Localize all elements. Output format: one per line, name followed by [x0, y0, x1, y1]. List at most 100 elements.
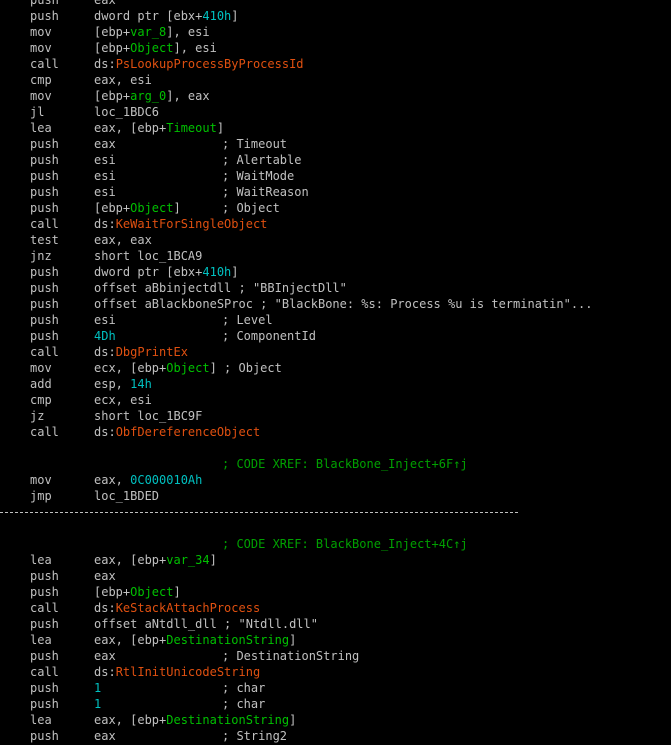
instruction-line[interactable]: push eax	[0, 0, 671, 8]
mnemonic[interactable]: push	[30, 728, 59, 744]
imported-function-name[interactable]: PsLookupProcessByProcessId	[116, 57, 304, 71]
instruction-line[interactable]: push offset aNtdll_dll ; "Ntdll.dll"	[0, 616, 671, 632]
operands[interactable]: esi	[94, 168, 116, 184]
mnemonic[interactable]: jmp	[30, 488, 52, 504]
instruction-line[interactable]: push dword ptr [ebx+410h]	[0, 264, 671, 280]
operands[interactable]: ecx, esi	[94, 392, 152, 408]
operands[interactable]: eax, [ebp+DestinationString]	[94, 632, 296, 648]
mnemonic[interactable]: push	[30, 648, 59, 664]
operands[interactable]: [ebp+Object], esi	[94, 40, 217, 56]
operands[interactable]: ds:ObfDereferenceObject	[94, 424, 260, 440]
operands[interactable]: short loc_1BC9F	[94, 408, 202, 424]
stack-variable-name[interactable]: var_34	[166, 553, 209, 567]
instruction-line[interactable]: push 1 ; char	[0, 696, 671, 712]
mnemonic[interactable]: push	[30, 136, 59, 152]
mnemonic[interactable]: push	[30, 0, 59, 8]
mnemonic[interactable]: push	[30, 152, 59, 168]
operands[interactable]: esi	[94, 184, 116, 200]
instruction-line[interactable]: jz short loc_1BC9F	[0, 408, 671, 424]
imported-function-name[interactable]: DbgPrintEx	[116, 345, 188, 359]
mnemonic[interactable]: push	[30, 200, 59, 216]
stack-variable-name[interactable]: var_8	[130, 25, 166, 39]
stack-variable-name[interactable]: Object	[130, 201, 173, 215]
instruction-line[interactable]: call ds:RtlInitUnicodeString	[0, 664, 671, 680]
mnemonic[interactable]: call	[30, 664, 59, 680]
mnemonic[interactable]: call	[30, 56, 59, 72]
operands[interactable]: 1	[94, 696, 101, 712]
instruction-line[interactable]: push 4Dh ; ComponentId	[0, 328, 671, 344]
operands[interactable]: eax	[94, 648, 116, 664]
operands[interactable]: ds:KeWaitForSingleObject	[94, 216, 267, 232]
instruction-line[interactable]: mov [ebp+arg_0], eax	[0, 88, 671, 104]
xref-line[interactable]: ; CODE XREF: BlackBone_Inject+6F↑j	[0, 456, 671, 472]
operands[interactable]: offset aBbinjectdll ; "BBInjectDll"	[94, 280, 347, 296]
mnemonic[interactable]: lea	[30, 120, 52, 136]
instruction-line[interactable]: push esi ; WaitMode	[0, 168, 671, 184]
instruction-line[interactable]: lea eax, [ebp+DestinationString]	[0, 632, 671, 648]
instruction-line[interactable]: call ds:KeWaitForSingleObject	[0, 216, 671, 232]
mnemonic[interactable]: lea	[30, 632, 52, 648]
instruction-line[interactable]: call ds:DbgPrintEx	[0, 344, 671, 360]
operands[interactable]: esp, 14h	[94, 376, 152, 392]
instruction-line[interactable]: call ds:KeStackAttachProcess	[0, 600, 671, 616]
mnemonic[interactable]: push	[30, 616, 59, 632]
mnemonic[interactable]: lea	[30, 552, 52, 568]
stack-variable-name[interactable]: DestinationString	[166, 713, 289, 727]
mnemonic[interactable]: push	[30, 312, 59, 328]
instruction-line[interactable]: mov [ebp+Object], esi	[0, 40, 671, 56]
mnemonic[interactable]: call	[30, 216, 59, 232]
operands[interactable]: ds:DbgPrintEx	[94, 344, 188, 360]
instruction-line[interactable]: call ds:ObfDereferenceObject	[0, 424, 671, 440]
instruction-line[interactable]: mov ecx, [ebp+Object] ; Object	[0, 360, 671, 376]
operands[interactable]: eax	[94, 0, 116, 8]
mnemonic[interactable]: push	[30, 280, 59, 296]
mnemonic[interactable]: push	[30, 696, 59, 712]
mnemonic[interactable]: push	[30, 184, 59, 200]
mnemonic[interactable]: push	[30, 8, 59, 24]
mnemonic[interactable]: mov	[30, 472, 52, 488]
mnemonic[interactable]: push	[30, 296, 59, 312]
operands[interactable]: esi	[94, 312, 116, 328]
operands[interactable]: [ebp+arg_0], eax	[94, 88, 210, 104]
operands[interactable]: 4Dh	[94, 328, 116, 344]
mnemonic[interactable]: call	[30, 344, 59, 360]
instruction-line[interactable]: push 1 ; char	[0, 680, 671, 696]
imported-function-name[interactable]: RtlInitUnicodeString	[116, 665, 261, 679]
operands[interactable]: eax, 0C000010Ah	[94, 472, 202, 488]
instruction-line[interactable]: mov [ebp+var_8], esi	[0, 24, 671, 40]
instruction-line[interactable]: push eax ; Timeout	[0, 136, 671, 152]
mnemonic[interactable]: push	[30, 168, 59, 184]
mnemonic[interactable]: push	[30, 568, 59, 584]
instruction-line[interactable]: push offset aBbinjectdll ; "BBInjectDll"	[0, 280, 671, 296]
instruction-line[interactable]: push eax	[0, 568, 671, 584]
instruction-line[interactable]: push esi ; Level	[0, 312, 671, 328]
operands[interactable]: eax, [ebp+var_34]	[94, 552, 217, 568]
instruction-line[interactable]: call ds:PsLookupProcessByProcessId	[0, 56, 671, 72]
mnemonic[interactable]: call	[30, 600, 59, 616]
mnemonic[interactable]: mov	[30, 40, 52, 56]
mnemonic[interactable]: lea	[30, 712, 52, 728]
xref-line[interactable]: ; CODE XREF: BlackBone_Inject+4C↑j	[0, 536, 671, 552]
instruction-line[interactable]: push dword ptr [ebx+410h]	[0, 8, 671, 24]
mnemonic[interactable]: push	[30, 584, 59, 600]
stack-variable-name[interactable]: DestinationString	[166, 633, 289, 647]
mnemonic[interactable]: add	[30, 376, 52, 392]
instruction-line[interactable]: jnz short loc_1BCA9	[0, 248, 671, 264]
operands[interactable]: dword ptr [ebx+410h]	[94, 264, 239, 280]
mnemonic[interactable]: mov	[30, 24, 52, 40]
mnemonic[interactable]: mov	[30, 360, 52, 376]
operands[interactable]: eax, [ebp+DestinationString]	[94, 712, 296, 728]
operands[interactable]: [ebp+var_8], esi	[94, 24, 210, 40]
instruction-line[interactable]: cmp eax, esi	[0, 72, 671, 88]
code-xref-comment[interactable]: ; CODE XREF: BlackBone_Inject+6F↑j	[222, 456, 468, 472]
mnemonic[interactable]: test	[30, 232, 59, 248]
operands[interactable]: esi	[94, 152, 116, 168]
instruction-line[interactable]: lea eax, [ebp+var_34]	[0, 552, 671, 568]
operands[interactable]: ds:RtlInitUnicodeString	[94, 664, 260, 680]
operands[interactable]: offset aNtdll_dll ; "Ntdll.dll"	[94, 616, 318, 632]
operands[interactable]: eax, esi	[94, 72, 152, 88]
instruction-line[interactable]: jl loc_1BDC6	[0, 104, 671, 120]
operands[interactable]: [ebp+Object]	[94, 200, 181, 216]
operands[interactable]: loc_1BDC6	[94, 104, 159, 120]
stack-variable-name[interactable]: Object	[130, 41, 173, 55]
